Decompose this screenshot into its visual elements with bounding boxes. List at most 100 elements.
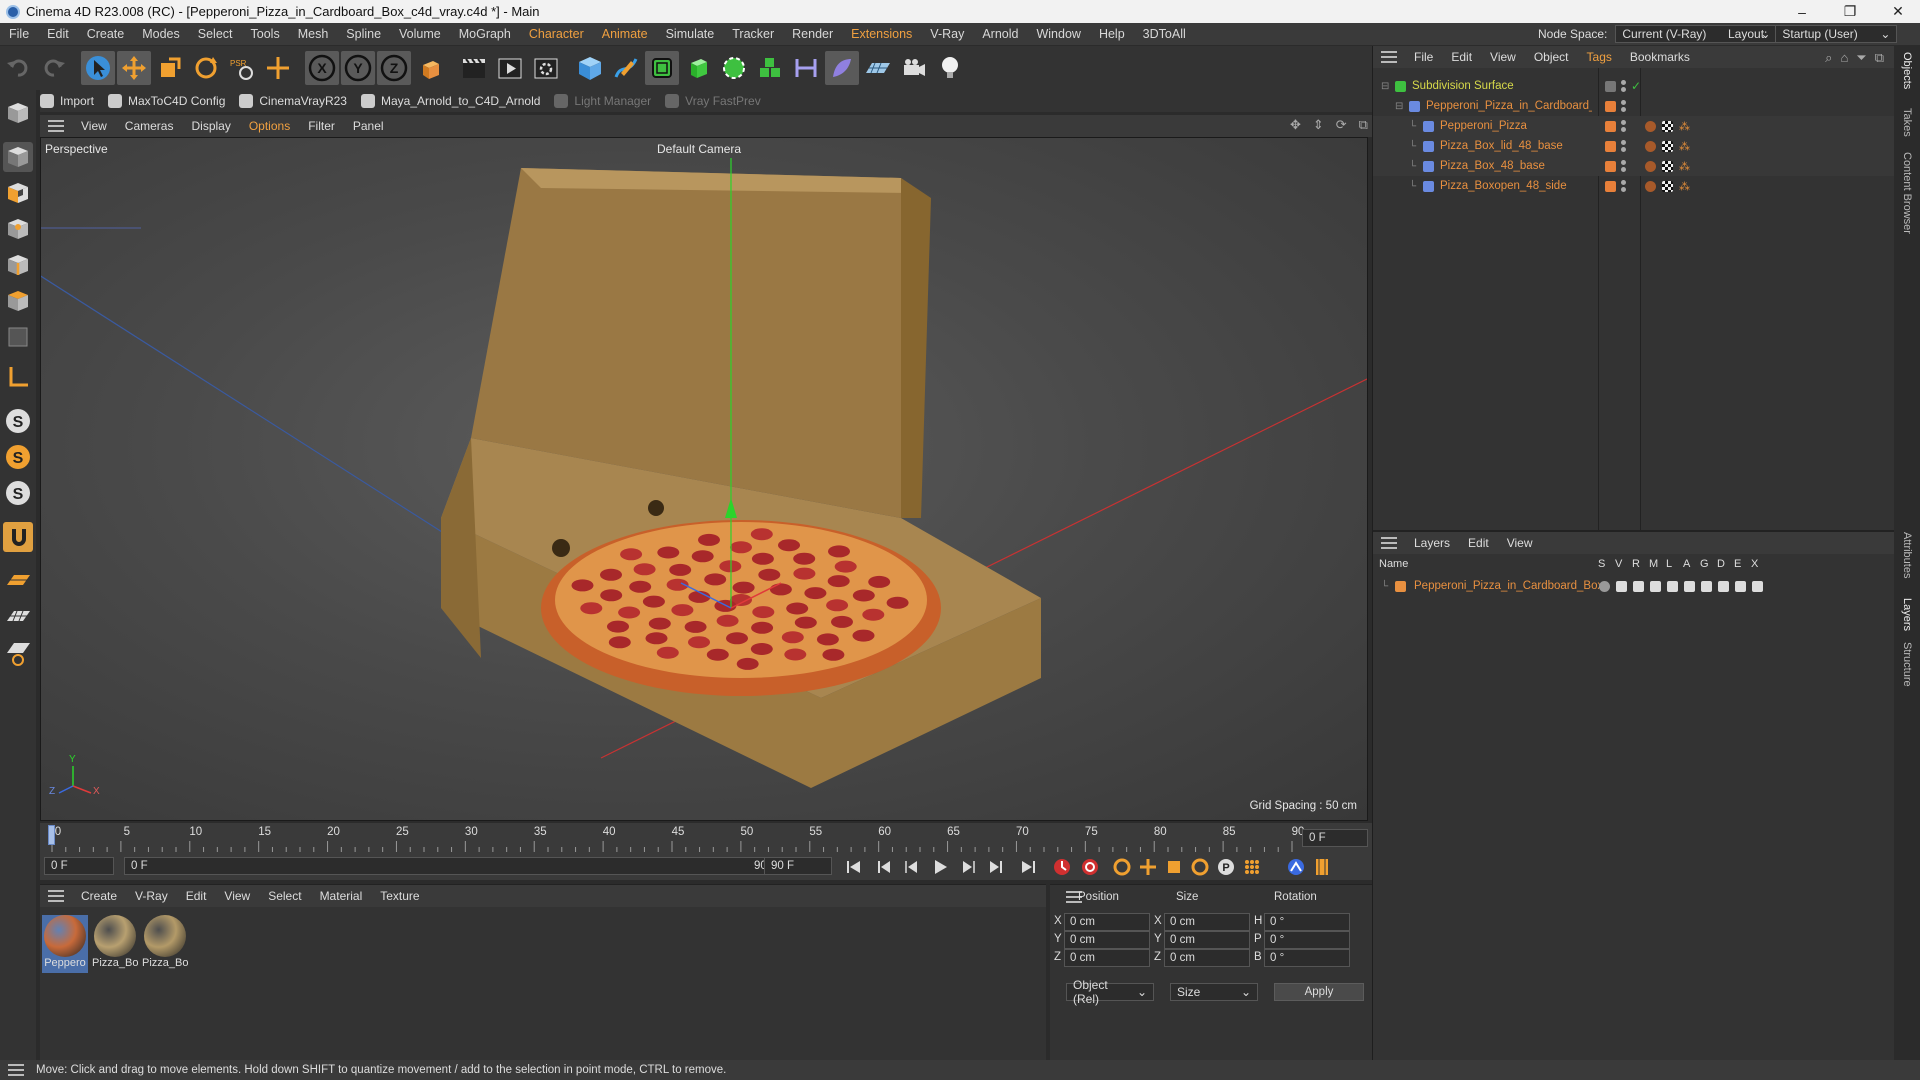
uv-mode-button[interactable] [3,322,33,352]
object-row[interactable]: └ Pizza_Box_lid_48_base ⁂ [1373,136,1895,156]
start-frame-field[interactable]: 0 F [44,857,114,875]
make-editable-button[interactable] [3,98,33,128]
viewport-menu-cameras[interactable]: Cameras [116,119,183,133]
viewport-camera[interactable]: Default Camera [657,142,741,156]
layer-column-x[interactable]: X [1751,558,1758,570]
axis-mode-button[interactable] [3,362,33,392]
uvw-tag-icon[interactable] [1662,120,1673,132]
texture-mode-button[interactable] [3,178,33,208]
menu-simulate[interactable]: Simulate [657,27,724,41]
menu-3dtoall[interactable]: 3DToAll [1134,27,1195,41]
live-selection-button[interactable] [81,51,115,85]
layer-color-icon[interactable] [1605,100,1616,112]
plugin-maxtoc4d-config[interactable]: MaxToC4D Config [108,94,225,108]
mograph-button[interactable] [753,51,787,85]
snap-button[interactable]: S [3,406,33,436]
enabled-check-icon[interactable]: ✓ [1631,79,1641,93]
rotation-track-button[interactable] [1188,855,1212,879]
material-swatch[interactable]: Pizza_Bo [92,915,138,973]
previous-frame-button[interactable] [900,855,924,879]
layer-color-icon[interactable] [1605,160,1616,172]
position-field[interactable]: 0 cm [1064,949,1150,967]
redo-button[interactable] [37,51,71,85]
pan-icon[interactable]: ✥ [1290,117,1301,135]
frame-ruler[interactable]: 0 5 10 15 20 25 30 35 40 45 50 55 60 65 70 75 80 85 90 [48,823,1304,855]
x-axis-lock-button[interactable]: X [305,51,339,85]
layer-menu-edit[interactable]: Edit [1459,536,1498,550]
layer-color-icon[interactable] [1605,120,1616,132]
layer-column-name[interactable]: Name [1379,558,1408,570]
rotate-tool-button[interactable] [189,51,223,85]
position-field[interactable]: 0 cm [1064,931,1150,949]
close-button[interactable]: ✕ [1876,0,1920,23]
layer-row[interactable]: └ Pepperoni_Pizza_in_Cardboard_Box [1373,576,1895,596]
vray-tag-icon[interactable]: ⁂ [1679,140,1690,153]
layer-column-s[interactable]: S [1598,558,1605,570]
material-tag-icon[interactable] [1645,180,1656,192]
menu-tools[interactable]: Tools [242,27,289,41]
menu-mograph[interactable]: MoGraph [450,27,520,41]
viewport-menu-filter[interactable]: Filter [299,119,344,133]
tree-expand-icon[interactable]: ⊟ [1381,81,1395,92]
layer-column-r[interactable]: R [1632,558,1640,570]
layer-color-icon[interactable] [1605,140,1616,152]
object-menu-tags[interactable]: Tags [1578,50,1621,64]
object-name[interactable]: Pizza_Box_lid_48_base [1440,140,1592,152]
locked-icon[interactable] [1667,580,1678,592]
object-row[interactable]: └ Pepperoni_Pizza ⁂ [1373,116,1895,136]
size-field[interactable]: 0 cm [1164,913,1250,931]
create-tool-button[interactable] [261,51,295,85]
timeline-window-button[interactable] [1310,855,1334,879]
layer-color-icon[interactable] [1395,580,1406,592]
layer-column-v[interactable]: V [1615,558,1622,570]
object-row[interactable]: ⊟ Pepperoni_Pizza_in_Cardboard_Box [1373,96,1895,116]
object-name[interactable]: Subdivision Surface [1412,80,1592,92]
restore-button[interactable]: ❐ [1828,0,1872,23]
record-button[interactable] [1050,855,1074,879]
plugin-maya-arnold-to-c4d-arnold[interactable]: Maya_Arnold_to_C4D_Arnold [360,94,540,108]
coordinate-mode-dropdown[interactable]: Object (Rel) ⌄ [1066,978,1154,1006]
menu-extensions[interactable]: Extensions [842,27,921,41]
menu-v-ray[interactable]: V-Ray [921,27,973,41]
next-key-button[interactable] [984,855,1008,879]
object-menu-icon[interactable] [1381,51,1397,63]
undo-button[interactable] [1,51,35,85]
layer-column-l[interactable]: L [1666,558,1672,570]
scale-tool-button[interactable] [153,51,187,85]
generators-icon[interactable] [1701,580,1712,592]
dolly-icon[interactable]: ⇕ [1313,117,1324,135]
scale-track-button[interactable] [1162,855,1186,879]
side-tab-layers[interactable]: Layers [1894,598,1920,631]
home-icon[interactable]: ⌂ [1840,50,1848,66]
locked-workplane-button[interactable] [3,602,33,632]
quantize-button[interactable]: S [3,478,33,508]
render-region-button[interactable] [457,51,491,85]
menu-create[interactable]: Create [78,27,134,41]
z-axis-lock-button[interactable]: Z [377,51,411,85]
points-mode-button[interactable] [3,214,33,244]
object-menu-file[interactable]: File [1405,50,1442,64]
deformers-icon[interactable] [1718,580,1729,592]
spline-pen-button[interactable] [609,51,643,85]
perspective-viewport[interactable]: Perspective Default Camera Grid Spacing … [40,137,1368,821]
material-tag-icon[interactable] [1645,120,1656,132]
end-frame-field[interactable]: 90 F [764,857,832,875]
vray-tag-icon[interactable]: ⁂ [1679,120,1690,133]
menu-tracker[interactable]: Tracker [723,27,783,41]
plugin-import[interactable]: Import [40,94,94,108]
cloner-button[interactable] [717,51,751,85]
object-menu-object[interactable]: Object [1525,50,1578,64]
material-swatch[interactable]: Pizza_Bo [142,915,188,973]
move-tool-button[interactable] [117,51,151,85]
position-track-button[interactable] [1136,855,1160,879]
coordinate-system-button[interactable] [413,51,447,85]
visibility-dots-icon[interactable] [1621,100,1626,112]
view-eye-icon[interactable] [1616,580,1627,592]
rotation-field[interactable]: 0 ° [1264,913,1350,931]
visibility-dots-icon[interactable] [1621,160,1626,172]
material-menu-view[interactable]: View [215,889,259,903]
autokey-button[interactable] [1078,855,1102,879]
parameter-track-button[interactable]: P [1214,855,1238,879]
goto-end-button[interactable] [1016,855,1040,879]
layer-column-g[interactable]: G [1700,558,1709,570]
